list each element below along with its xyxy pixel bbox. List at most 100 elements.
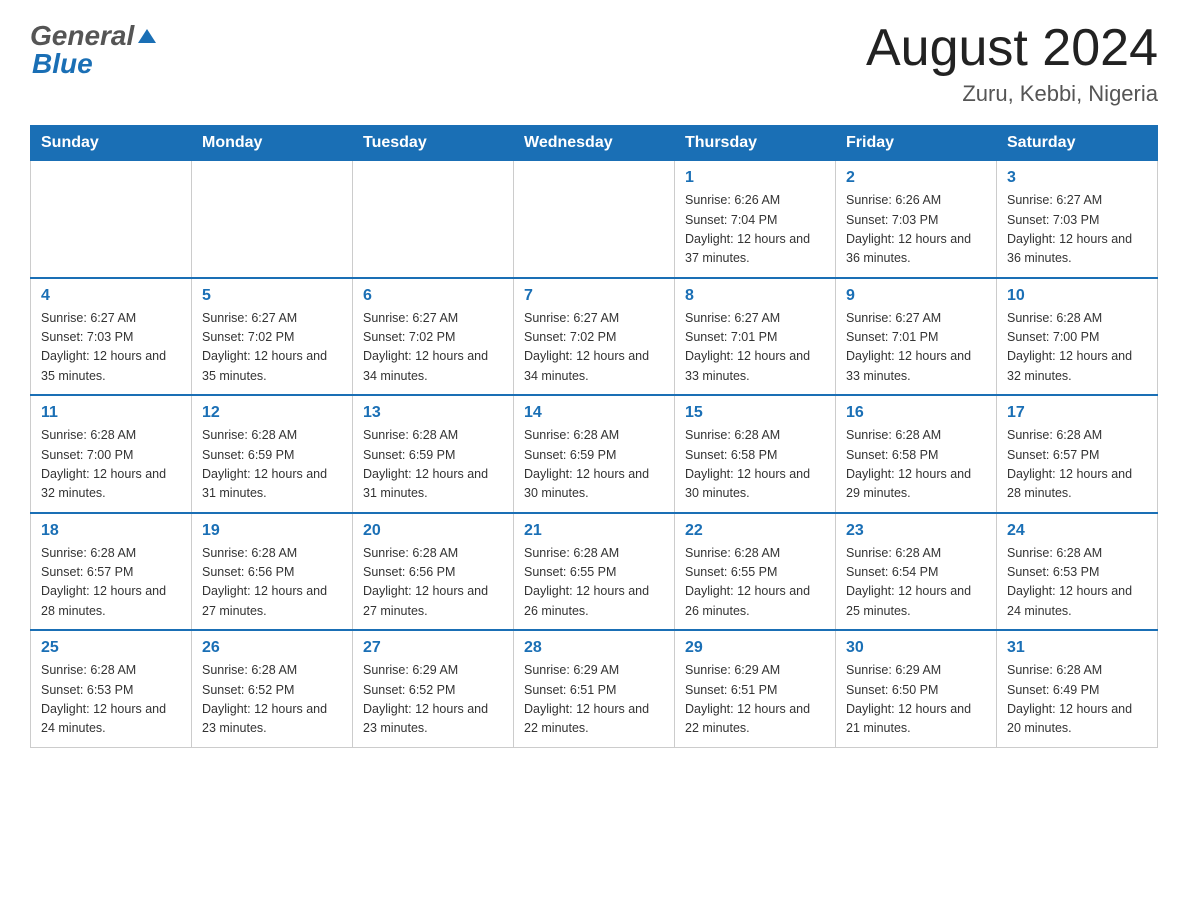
day-info: Sunrise: 6:26 AM Sunset: 7:03 PM Dayligh… [846, 191, 986, 269]
day-number: 9 [846, 287, 986, 305]
day-number: 21 [524, 522, 664, 540]
calendar-cell-3-7: 17Sunrise: 6:28 AM Sunset: 6:57 PM Dayli… [997, 395, 1158, 513]
calendar-cell-5-4: 28Sunrise: 6:29 AM Sunset: 6:51 PM Dayli… [514, 630, 675, 747]
calendar-cell-1-4 [514, 161, 675, 278]
calendar-cell-1-6: 2 Sunrise: 6:26 AM Sunset: 7:03 PM Daylig… [836, 161, 997, 278]
day-number: 8 [685, 287, 825, 305]
day-number: 30 [846, 639, 986, 657]
day-number: 6 [363, 287, 503, 305]
day-number: 25 [41, 639, 181, 657]
calendar-table: Sunday Monday Tuesday Wednesday Thursday… [30, 125, 1158, 748]
day-info: Sunrise: 6:28 AM Sunset: 6:56 PM Dayligh… [202, 544, 342, 622]
day-number: 7 [524, 287, 664, 305]
day-number: 20 [363, 522, 503, 540]
day-info: Sunrise: 6:27 AM Sunset: 7:03 PM Dayligh… [1007, 191, 1147, 269]
calendar-cell-3-1: 11Sunrise: 6:28 AM Sunset: 7:00 PM Dayli… [31, 395, 192, 513]
calendar-cell-4-2: 19 Sunrise: 6:28 AM Sunset: 6:56 PM Dayli… [192, 513, 353, 631]
day-info: Sunrise: 6:28 AM Sunset: 6:58 PM Dayligh… [685, 426, 825, 504]
day-number: 15 [685, 404, 825, 422]
header-thursday: Thursday [675, 126, 836, 161]
day-number: 1 [685, 169, 825, 187]
calendar-week-3: 11Sunrise: 6:28 AM Sunset: 7:00 PM Dayli… [31, 395, 1158, 513]
logo-area: General Blue [30, 20, 158, 80]
calendar-cell-2-3: 6 Sunrise: 6:27 AM Sunset: 7:02 PM Daylig… [353, 278, 514, 396]
calendar-cell-5-2: 26 Sunrise: 6:28 AM Sunset: 6:52 PM Dayli… [192, 630, 353, 747]
day-number: 24 [1007, 522, 1147, 540]
calendar-cell-4-7: 24 Sunrise: 6:28 AM Sunset: 6:53 PM Dayli… [997, 513, 1158, 631]
calendar-cell-4-6: 23 Sunrise: 6:28 AM Sunset: 6:54 PM Dayli… [836, 513, 997, 631]
day-info: Sunrise: 6:26 AM Sunset: 7:04 PM Dayligh… [685, 191, 825, 269]
month-title: August 2024 [866, 20, 1158, 77]
day-info: Sunrise: 6:28 AM Sunset: 6:58 PM Dayligh… [846, 426, 986, 504]
day-info: Sunrise: 6:28 AM Sunset: 6:59 PM Dayligh… [202, 426, 342, 504]
calendar-cell-5-3: 27Sunrise: 6:29 AM Sunset: 6:52 PM Dayli… [353, 630, 514, 747]
calendar-cell-1-5: 1 Sunrise: 6:26 AM Sunset: 7:04 PM Daylig… [675, 161, 836, 278]
day-info: Sunrise: 6:27 AM Sunset: 7:01 PM Dayligh… [846, 309, 986, 387]
header-wednesday: Wednesday [514, 126, 675, 161]
day-info: Sunrise: 6:27 AM Sunset: 7:02 PM Dayligh… [202, 309, 342, 387]
calendar-cell-2-5: 8 Sunrise: 6:27 AM Sunset: 7:01 PM Daylig… [675, 278, 836, 396]
day-number: 19 [202, 522, 342, 540]
logo-triangle-icon [136, 25, 158, 47]
day-number: 16 [846, 404, 986, 422]
day-number: 3 [1007, 169, 1147, 187]
calendar-cell-5-5: 29 Sunrise: 6:29 AM Sunset: 6:51 PM Dayli… [675, 630, 836, 747]
calendar-cell-3-4: 14Sunrise: 6:28 AM Sunset: 6:59 PM Dayli… [514, 395, 675, 513]
calendar-week-2: 4 Sunrise: 6:27 AM Sunset: 7:03 PM Daylig… [31, 278, 1158, 396]
calendar-cell-4-5: 22Sunrise: 6:28 AM Sunset: 6:55 PM Dayli… [675, 513, 836, 631]
calendar-week-1: 1 Sunrise: 6:26 AM Sunset: 7:04 PM Daylig… [31, 161, 1158, 278]
calendar-cell-4-4: 21Sunrise: 6:28 AM Sunset: 6:55 PM Dayli… [514, 513, 675, 631]
calendar-cell-2-4: 7 Sunrise: 6:27 AM Sunset: 7:02 PM Daylig… [514, 278, 675, 396]
day-number: 23 [846, 522, 986, 540]
location-title: Zuru, Kebbi, Nigeria [866, 81, 1158, 107]
day-number: 31 [1007, 639, 1147, 657]
calendar-cell-2-1: 4 Sunrise: 6:27 AM Sunset: 7:03 PM Daylig… [31, 278, 192, 396]
day-info: Sunrise: 6:28 AM Sunset: 7:00 PM Dayligh… [1007, 309, 1147, 387]
day-info: Sunrise: 6:29 AM Sunset: 6:52 PM Dayligh… [363, 661, 503, 739]
day-info: Sunrise: 6:27 AM Sunset: 7:02 PM Dayligh… [524, 309, 664, 387]
calendar-cell-1-7: 3 Sunrise: 6:27 AM Sunset: 7:03 PM Daylig… [997, 161, 1158, 278]
day-info: Sunrise: 6:29 AM Sunset: 6:51 PM Dayligh… [685, 661, 825, 739]
calendar-cell-5-7: 31 Sunrise: 6:28 AM Sunset: 6:49 PM Dayli… [997, 630, 1158, 747]
day-number: 2 [846, 169, 986, 187]
day-number: 12 [202, 404, 342, 422]
day-info: Sunrise: 6:28 AM Sunset: 6:59 PM Dayligh… [363, 426, 503, 504]
day-info: Sunrise: 6:28 AM Sunset: 6:49 PM Dayligh… [1007, 661, 1147, 739]
day-number: 11 [41, 404, 181, 422]
day-info: Sunrise: 6:28 AM Sunset: 6:53 PM Dayligh… [1007, 544, 1147, 622]
day-number: 29 [685, 639, 825, 657]
calendar-cell-2-6: 9 Sunrise: 6:27 AM Sunset: 7:01 PM Daylig… [836, 278, 997, 396]
day-info: Sunrise: 6:27 AM Sunset: 7:02 PM Dayligh… [363, 309, 503, 387]
day-number: 26 [202, 639, 342, 657]
day-number: 28 [524, 639, 664, 657]
weekday-header-row: Sunday Monday Tuesday Wednesday Thursday… [31, 126, 1158, 161]
header-tuesday: Tuesday [353, 126, 514, 161]
calendar-cell-4-3: 20 Sunrise: 6:28 AM Sunset: 6:56 PM Dayli… [353, 513, 514, 631]
day-number: 4 [41, 287, 181, 305]
day-info: Sunrise: 6:28 AM Sunset: 6:53 PM Dayligh… [41, 661, 181, 739]
day-info: Sunrise: 6:28 AM Sunset: 6:52 PM Dayligh… [202, 661, 342, 739]
day-info: Sunrise: 6:28 AM Sunset: 6:57 PM Dayligh… [41, 544, 181, 622]
day-info: Sunrise: 6:28 AM Sunset: 6:59 PM Dayligh… [524, 426, 664, 504]
day-info: Sunrise: 6:28 AM Sunset: 6:54 PM Dayligh… [846, 544, 986, 622]
day-number: 18 [41, 522, 181, 540]
calendar-cell-5-6: 30Sunrise: 6:29 AM Sunset: 6:50 PM Dayli… [836, 630, 997, 747]
header-sunday: Sunday [31, 126, 192, 161]
calendar-cell-2-2: 5Sunrise: 6:27 AM Sunset: 7:02 PM Daylig… [192, 278, 353, 396]
day-info: Sunrise: 6:27 AM Sunset: 7:03 PM Dayligh… [41, 309, 181, 387]
calendar-cell-4-1: 18 Sunrise: 6:28 AM Sunset: 6:57 PM Dayli… [31, 513, 192, 631]
page-header: General Blue August 2024 Zuru, Kebbi, Ni… [30, 20, 1158, 107]
day-number: 10 [1007, 287, 1147, 305]
logo-blue-text: Blue [32, 48, 93, 80]
calendar-cell-2-7: 10 Sunrise: 6:28 AM Sunset: 7:00 PM Dayli… [997, 278, 1158, 396]
header-monday: Monday [192, 126, 353, 161]
calendar-cell-3-3: 13Sunrise: 6:28 AM Sunset: 6:59 PM Dayli… [353, 395, 514, 513]
calendar-cell-1-3 [353, 161, 514, 278]
calendar-cell-3-6: 16 Sunrise: 6:28 AM Sunset: 6:58 PM Dayli… [836, 395, 997, 513]
calendar-cell-1-1 [31, 161, 192, 278]
day-number: 17 [1007, 404, 1147, 422]
day-info: Sunrise: 6:28 AM Sunset: 6:56 PM Dayligh… [363, 544, 503, 622]
day-info: Sunrise: 6:27 AM Sunset: 7:01 PM Dayligh… [685, 309, 825, 387]
title-area: August 2024 Zuru, Kebbi, Nigeria [866, 20, 1158, 107]
day-info: Sunrise: 6:28 AM Sunset: 6:55 PM Dayligh… [685, 544, 825, 622]
